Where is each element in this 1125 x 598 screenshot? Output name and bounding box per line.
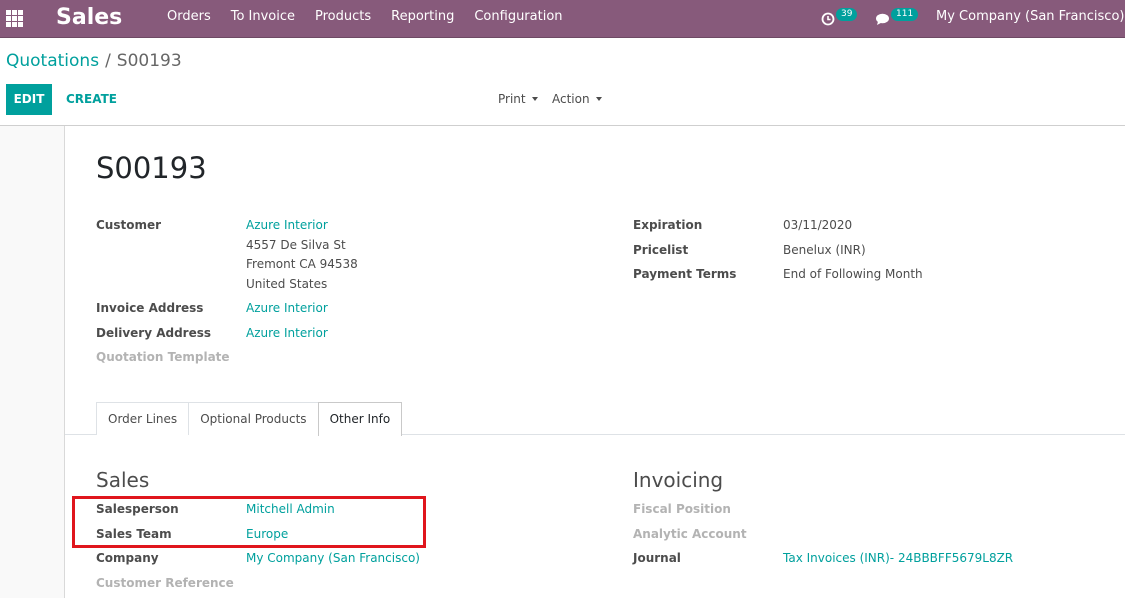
menu-products[interactable]: Products [305,0,381,38]
menu-orders[interactable]: Orders [157,0,221,38]
invoicing-section-title: Invoicing [633,468,724,492]
journal-label: Journal [633,551,681,565]
customer-city: Fremont CA 94538 [246,257,358,271]
chat-icon [876,13,889,25]
tab-other-info[interactable]: Other Info [317,402,403,436]
company-link[interactable]: My Company (San Francisco) [246,551,420,565]
breadcrumb-separator: / [105,51,111,71]
create-button[interactable]: CREATE [58,84,125,115]
menu-configuration[interactable]: Configuration [464,0,572,38]
expiration-value: 03/11/2020 [783,218,853,232]
print-dropdown[interactable]: Print [498,84,538,115]
delivery-address-label: Delivery Address [96,326,212,340]
app-name[interactable]: Sales [56,3,122,33]
payment-terms-value: End of Following Month [783,267,923,281]
customer-country: United States [246,277,328,291]
breadcrumb: Quotations / S00193 [6,51,182,71]
activity-menu[interactable]: 39 [821,0,858,38]
menu-to-invoice[interactable]: To Invoice [221,0,305,38]
record-title: S00193 [96,151,207,185]
journal-link[interactable]: Tax Invoices (INR)- 24BBBFF5679L8ZR [783,551,1013,565]
action-label: Action [552,92,590,106]
delivery-address-link[interactable]: Azure Interior [246,326,328,340]
customer-reference-label: Customer Reference [96,576,234,590]
sales-section-title: Sales [96,468,150,492]
menu-reporting[interactable]: Reporting [381,0,464,38]
print-label: Print [498,92,526,106]
invoice-address-label: Invoice Address [96,301,204,315]
breadcrumb-quotations[interactable]: Quotations [6,51,99,71]
form-sheet: S00193 Customer Azure Interior 4557 De S… [64,126,1125,598]
breadcrumb-current: S00193 [116,51,182,71]
clock-icon [821,12,835,26]
customer-label: Customer [96,218,162,232]
tab-order-lines[interactable]: Order Lines [96,402,190,435]
customer-link[interactable]: Azure Interior [246,218,328,232]
messages-menu[interactable]: 111 [875,0,919,38]
customer-street: 4557 De Silva St [246,238,346,252]
main-menu: Orders To Invoice Products Reporting Con… [157,0,573,38]
payment-terms-label: Payment Terms [633,267,737,281]
caret-down-icon [595,96,602,101]
highlight-box [72,496,426,548]
caret-down-icon [531,96,538,101]
apps-grid-icon[interactable] [6,10,23,27]
tab-optional-products[interactable]: Optional Products [188,402,319,435]
company-label: Company [96,551,159,565]
fiscal-position-label: Fiscal Position [633,502,731,516]
pricelist-value: Benelux (INR) [783,243,866,257]
messages-count-badge: 111 [891,7,919,21]
quotation-template-label: Quotation Template [96,350,230,364]
company-switcher-label: My Company (San Francisco) [936,9,1125,24]
top-navbar: Sales Orders To Invoice Products Reporti… [0,0,1125,53]
control-panel: Quotations / S00193 EDIT CREATE Print Acti… [0,39,1125,126]
activity-count-badge: 39 [836,7,858,21]
action-dropdown[interactable]: Action [552,84,602,115]
expiration-label: Expiration [633,218,703,232]
edit-button[interactable]: EDIT [6,84,52,115]
company-switcher[interactable]: My Company (San Francisco) [936,0,1125,53]
notebook-tabs: Order Lines Optional Products Other Info [96,402,403,436]
pricelist-label: Pricelist [633,243,689,257]
analytic-account-label: Analytic Account [633,527,747,541]
invoice-address-link[interactable]: Azure Interior [246,301,328,315]
